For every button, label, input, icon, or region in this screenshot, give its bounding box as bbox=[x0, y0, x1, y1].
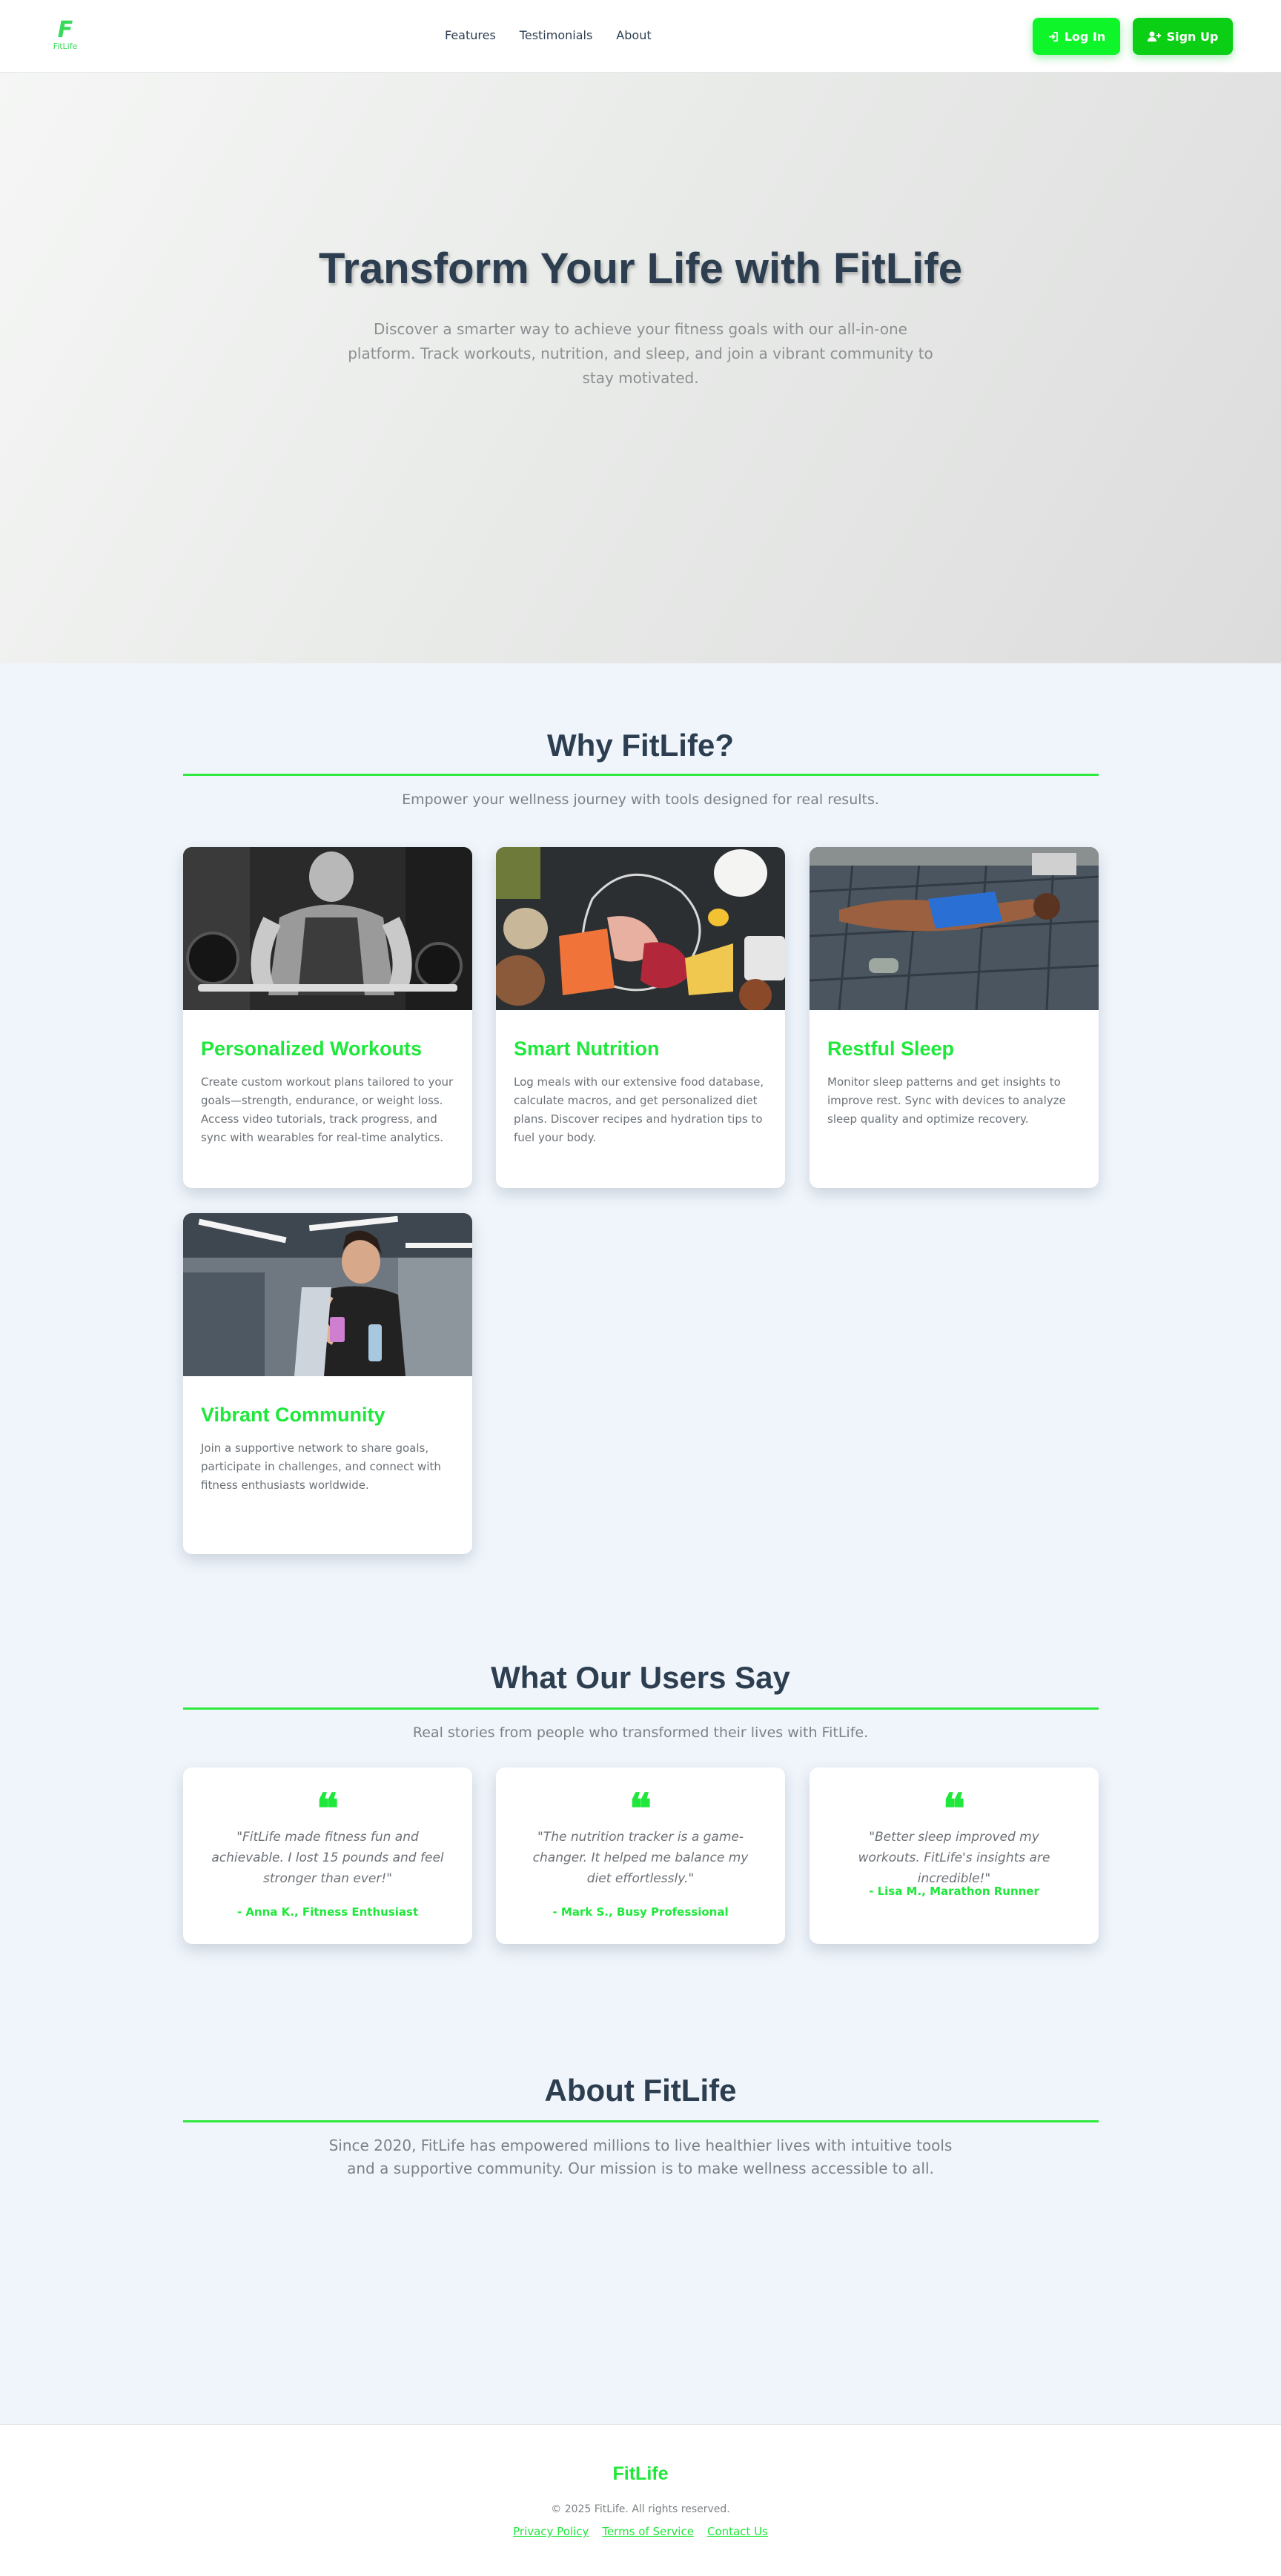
hero-section: Transform Your Life with FitLife Discove… bbox=[0, 73, 1281, 663]
footer-copyright: © 2025 FitLife. All rights reserved. bbox=[551, 2503, 730, 2515]
logo[interactable]: F FitLife bbox=[50, 19, 80, 53]
feature-card-sleep[interactable]: Restful Sleep Monitor sleep patterns and… bbox=[810, 847, 1099, 1188]
about-text: Since 2020, FitLife has empowered millio… bbox=[328, 2137, 953, 2177]
footer-link-terms[interactable]: Terms of Service bbox=[602, 2524, 694, 2539]
testimonial-quote: "Better sleep improved my workouts. FitL… bbox=[858, 1830, 1050, 1886]
user-plus-icon bbox=[1147, 31, 1161, 42]
feature-card-description: Log meals with our extensive food databa… bbox=[514, 1075, 764, 1144]
footer-links: Privacy Policy Terms of Service Contact … bbox=[0, 2524, 1281, 2539]
testimonial-author: - Anna K., Fitness Enthusiast bbox=[236, 1905, 419, 1919]
testimonial-card: ❝ "The nutrition tracker is a game-chang… bbox=[496, 1767, 785, 1944]
logo-text: FitLife bbox=[53, 42, 78, 51]
feature-card-description: Join a supportive network to share goals… bbox=[201, 1441, 441, 1492]
signup-label: Sign Up bbox=[1166, 29, 1219, 44]
testimonial-quote: "The nutrition tracker is a game-changer… bbox=[532, 1830, 749, 1886]
weightlifter-photo bbox=[183, 847, 472, 1010]
login-button[interactable]: Log In bbox=[1033, 18, 1120, 55]
footer: FitLife © 2025 FitLife. All rights reser… bbox=[0, 2424, 1281, 2576]
testimonials-divider bbox=[183, 1707, 1099, 1710]
testimonial-author: - Lisa M., Marathon Runner bbox=[869, 1885, 1039, 1898]
footer-link-privacy[interactable]: Privacy Policy bbox=[513, 2524, 589, 2539]
testimonials-title: What Our Users Say bbox=[491, 1660, 790, 1695]
feature-card-title: Smart Nutrition bbox=[514, 1038, 660, 1060]
feature-card-community[interactable]: Vibrant Community Join a supportive netw… bbox=[183, 1213, 472, 1554]
quote-icon: ❝ bbox=[629, 1785, 652, 1833]
footer-brand: FitLife bbox=[612, 2463, 669, 2484]
testimonials-subtitle: Real stories from people who transformed… bbox=[412, 1724, 869, 1741]
about-divider bbox=[183, 2120, 1099, 2122]
login-arrow-icon bbox=[1047, 31, 1059, 42]
navbar: F FitLife Features Testimonials About Lo… bbox=[0, 0, 1281, 73]
about-title: About FitLife bbox=[544, 2073, 737, 2108]
features-subtitle: Empower your wellness journey with tools… bbox=[402, 791, 879, 808]
logo-mark: F bbox=[57, 17, 73, 43]
testimonial-author: - Mark S., Busy Professional bbox=[552, 1905, 729, 1919]
feature-card-nutrition[interactable]: Smart Nutrition Log meals with our exten… bbox=[496, 847, 785, 1188]
nav-link-features[interactable]: Features bbox=[445, 27, 496, 46]
quote-icon: ❝ bbox=[942, 1785, 966, 1833]
quote-icon: ❝ bbox=[316, 1785, 340, 1833]
features-divider bbox=[183, 774, 1099, 776]
feature-card-description: Monitor sleep patterns and get insights … bbox=[827, 1075, 1066, 1126]
woman-with-phone-photo bbox=[183, 1213, 472, 1376]
hero-subtitle: Discover a smarter way to achieve your f… bbox=[348, 320, 933, 387]
feature-card-title: Vibrant Community bbox=[201, 1404, 385, 1426]
feature-card-workouts[interactable]: Personalized Workouts Create custom work… bbox=[183, 847, 472, 1188]
features-title: Why FitLife? bbox=[547, 728, 734, 763]
nav-links: Features Testimonials About bbox=[445, 27, 652, 46]
healthy-food-photo bbox=[496, 847, 785, 1010]
testimonial-card: ❝ "FitLife made fitness fun and achievab… bbox=[183, 1767, 472, 1944]
feature-card-title: Personalized Workouts bbox=[201, 1038, 423, 1060]
testimonial-card: ❝ "Better sleep improved my workouts. Fi… bbox=[810, 1767, 1099, 1944]
nav-link-about[interactable]: About bbox=[616, 27, 651, 46]
signup-button[interactable]: Sign Up bbox=[1133, 18, 1233, 55]
footer-link-contact[interactable]: Contact Us bbox=[707, 2524, 768, 2539]
login-label: Log In bbox=[1064, 29, 1106, 44]
testimonial-quote: "FitLife made fitness fun and achievable… bbox=[211, 1830, 444, 1886]
feature-card-title: Restful Sleep bbox=[827, 1038, 955, 1060]
feature-card-description: Create custom workout plans tailored to … bbox=[201, 1075, 454, 1144]
nav-link-testimonials[interactable]: Testimonials bbox=[520, 27, 593, 46]
hero-title: Transform Your Life with FitLife bbox=[319, 245, 962, 293]
resting-athlete-photo bbox=[810, 847, 1099, 1010]
